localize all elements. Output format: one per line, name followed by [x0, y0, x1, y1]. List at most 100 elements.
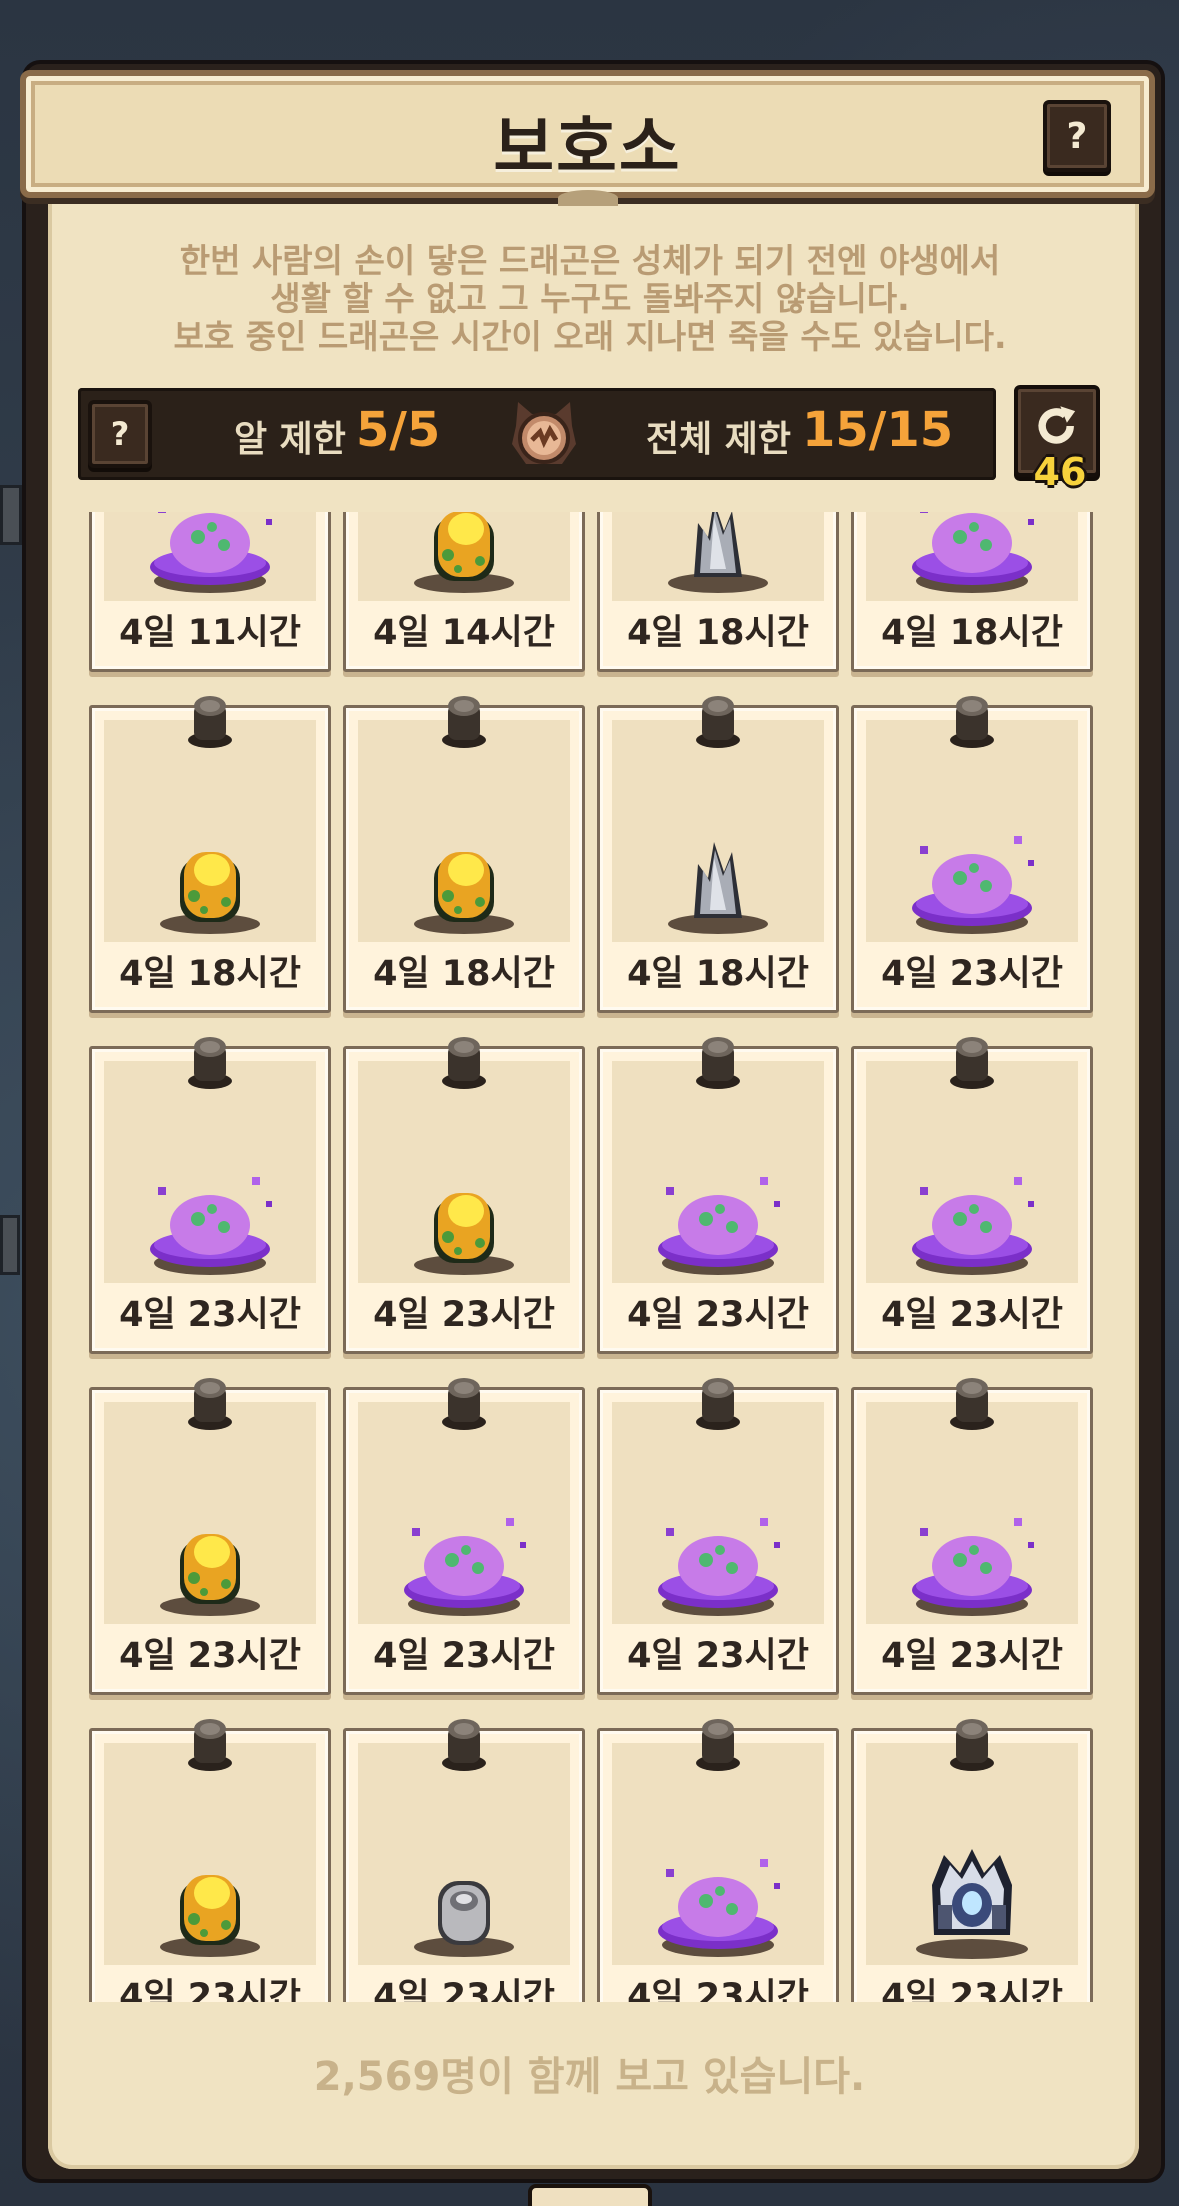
egg-limit-value: 5/5: [356, 402, 441, 458]
egg-card[interactable]: 4일 23시간: [851, 1037, 1093, 1354]
gold-egg-icon: [414, 852, 514, 934]
egg-card[interactable]: 4일 23시간: [89, 1037, 331, 1354]
egg-card-art: [866, 1402, 1078, 1624]
egg-remaining-time: 4일 18시간: [119, 954, 301, 994]
egg-card[interactable]: 4일 23시간: [597, 1037, 839, 1354]
purple-egg-icon: [912, 1518, 1034, 1616]
egg-card-art: [612, 1402, 824, 1624]
egg-card-art: [104, 1061, 316, 1283]
egg-card[interactable]: 4일 23시간: [343, 1719, 585, 2002]
pin-icon: [438, 1031, 490, 1093]
pin-icon: [438, 690, 490, 752]
egg-card-art: [104, 1743, 316, 1965]
gold-egg-icon: [414, 512, 514, 593]
gold-egg-icon: [414, 1193, 514, 1275]
crystal-egg-icon: [668, 842, 768, 934]
gold-egg-icon: [160, 852, 260, 934]
egg-card[interactable]: 4일 23시간: [597, 1719, 839, 2002]
pin-icon: [946, 690, 998, 752]
egg-card-art: [104, 512, 316, 601]
pin-icon: [184, 1372, 236, 1434]
pin-icon: [946, 1713, 998, 1775]
egg-card-art: [358, 720, 570, 942]
egg-card[interactable]: 4일 14시간: [343, 512, 585, 672]
page-title: 보호소: [493, 109, 682, 186]
crystal-egg-icon: [668, 512, 768, 593]
egg-card[interactable]: 4일 18시간: [851, 512, 1093, 672]
pin-icon: [184, 1031, 236, 1093]
pin-icon: [692, 1031, 744, 1093]
egg-card[interactable]: 4일 23시간: [851, 696, 1093, 1013]
egg-card[interactable]: 4일 23시간: [343, 1378, 585, 1695]
egg-card[interactable]: 4일 18시간: [343, 696, 585, 1013]
egg-card[interactable]: 4일 23시간: [89, 1378, 331, 1695]
viewer-count-text: 2,569명이 함께 보고 있습니다.: [313, 2054, 866, 2100]
pin-icon: [692, 690, 744, 752]
egg-limit-label: 알 제한: [234, 419, 346, 460]
egg-card-art: [104, 720, 316, 942]
egg-grid[interactable]: 4일 11시간 4일 14시간 4일 18시간 4일 18시간 4일 18시간: [80, 512, 1100, 2002]
egg-remaining-time: 4일 14시간: [373, 613, 555, 653]
stone-egg-icon: [414, 1881, 514, 1957]
egg-card-art: [612, 720, 824, 942]
egg-card-art: [612, 1061, 824, 1283]
description-line: 보호 중인 드래곤은 시간이 오래 지나면 죽을 수도 있습니다.: [173, 317, 1007, 356]
pin-icon: [692, 1713, 744, 1775]
egg-remaining-time: 4일 23시간: [627, 1977, 809, 2002]
refresh-count: 46: [1033, 450, 1087, 494]
side-tab-left[interactable]: [0, 485, 22, 545]
egg-card-art: [358, 1743, 570, 1965]
header-notch: [557, 190, 618, 206]
panel-header: 보호소 ?: [20, 70, 1155, 206]
shelter-description: 한번 사람의 손이 닿은 드래곤은 성체가 되기 전엔 야생에서 생활 할 수 …: [60, 242, 1120, 356]
egg-card[interactable]: 4일 18시간: [597, 512, 839, 672]
side-tab-left-2[interactable]: [0, 1215, 20, 1275]
egg-card[interactable]: 4일 23시간: [851, 1719, 1093, 2002]
egg-remaining-time: 4일 23시간: [881, 1295, 1063, 1335]
total-limit-label: 전체 제한: [646, 419, 792, 460]
limits-help-button[interactable]: ?: [88, 400, 152, 468]
bottom-tab[interactable]: [528, 2184, 652, 2206]
egg-remaining-time: 4일 23시간: [373, 1977, 555, 2002]
purple-egg-icon: [912, 836, 1034, 934]
limits-bar: ? 알 제한 5/5 전체 제한 15/15: [78, 388, 996, 480]
egg-card[interactable]: 4일 23시간: [89, 1719, 331, 2002]
egg-card-art: [866, 1743, 1078, 1965]
egg-remaining-time: 4일 23시간: [373, 1636, 555, 1676]
egg-remaining-time: 4일 23시간: [119, 1295, 301, 1335]
egg-card-art: [866, 720, 1078, 942]
pin-icon: [946, 1031, 998, 1093]
egg-card[interactable]: 4일 18시간: [89, 696, 331, 1013]
egg-card[interactable]: 4일 23시간: [343, 1037, 585, 1354]
egg-remaining-time: 4일 18시간: [627, 613, 809, 653]
egg-remaining-time: 4일 23시간: [119, 1636, 301, 1676]
purple-egg-icon: [150, 1177, 272, 1275]
egg-remaining-time: 4일 23시간: [119, 1977, 301, 2002]
pin-icon: [184, 690, 236, 752]
gold-egg-icon: [160, 1534, 260, 1616]
egg-remaining-time: 4일 18시간: [627, 954, 809, 994]
egg-card[interactable]: 4일 11시간: [89, 512, 331, 672]
egg-card[interactable]: 4일 18시간: [597, 696, 839, 1013]
pin-icon: [692, 1372, 744, 1434]
pin-icon: [438, 1372, 490, 1434]
egg-remaining-time: 4일 23시간: [373, 1295, 555, 1335]
egg-remaining-time: 4일 23시간: [627, 1295, 809, 1335]
pin-icon: [946, 1372, 998, 1434]
egg-remaining-time: 4일 23시간: [881, 1977, 1063, 2002]
purple-egg-icon: [912, 1177, 1034, 1275]
dragon-emblem-icon: [512, 402, 576, 464]
help-button[interactable]: ?: [1043, 100, 1111, 172]
description-line: 생활 할 수 없고 그 누구도 돌봐주지 않습니다.: [270, 279, 910, 318]
egg-card[interactable]: 4일 23시간: [851, 1378, 1093, 1695]
purple-egg-icon: [658, 1518, 780, 1616]
egg-card[interactable]: 4일 23시간: [597, 1378, 839, 1695]
egg-card-art: [612, 1743, 824, 1965]
purple-egg-icon: [658, 1177, 780, 1275]
egg-card-art: [612, 512, 824, 601]
description-line: 한번 사람의 손이 닿은 드래곤은 성체가 되기 전엔 야생에서: [179, 241, 1001, 280]
egg-remaining-time: 4일 23시간: [881, 1636, 1063, 1676]
egg-remaining-time: 4일 23시간: [627, 1636, 809, 1676]
pin-icon: [184, 1713, 236, 1775]
egg-remaining-time: 4일 18시간: [373, 954, 555, 994]
